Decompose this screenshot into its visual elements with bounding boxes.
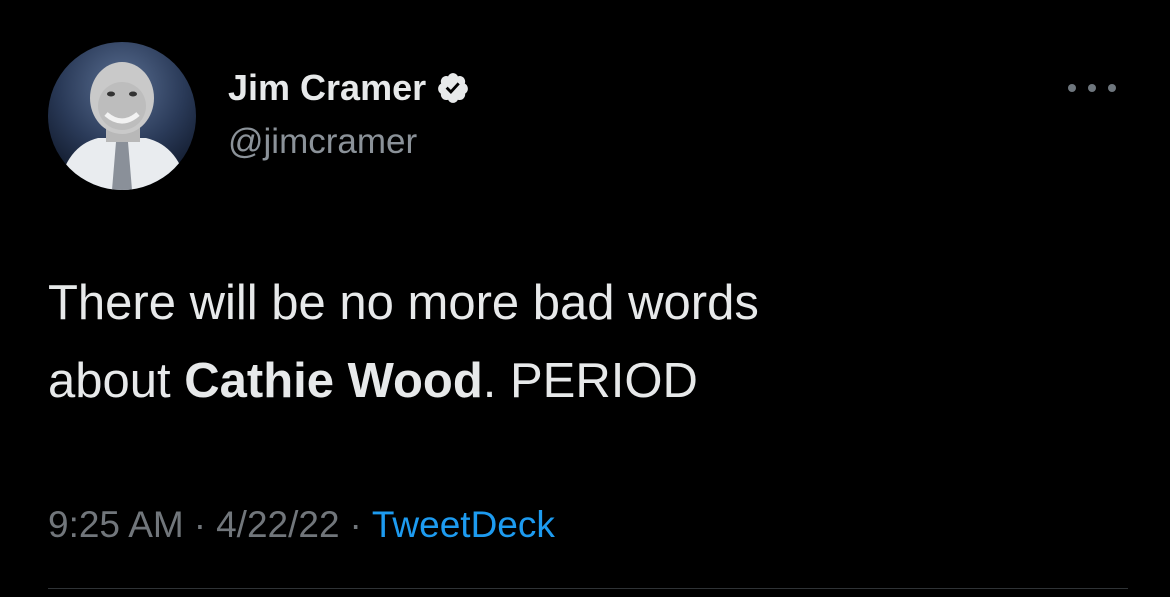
divider — [48, 588, 1128, 589]
user-handle[interactable]: @jimcramer — [228, 120, 417, 164]
avatar[interactable] — [48, 42, 196, 190]
name-row: Jim Cramer — [228, 66, 470, 110]
meta-separator: · — [193, 504, 207, 545]
meta-separator: · — [349, 504, 362, 545]
display-name[interactable]: Jim Cramer — [228, 66, 426, 110]
more-options-icon[interactable] — [1068, 72, 1116, 104]
tweet-meta: 9:25 AM · 4/22/22 · TweetDeck — [48, 500, 555, 550]
tweet-text: There will be no more bad words about Ca… — [48, 264, 1128, 420]
more-dot — [1088, 84, 1096, 92]
avatar-image — [48, 42, 196, 190]
tweet-date[interactable]: 4/22/22 — [216, 504, 339, 545]
tweet-time[interactable]: 9:25 AM — [48, 504, 184, 545]
tweet-bold-name: Cathie Wood — [184, 354, 483, 408]
tweet-source-link[interactable]: TweetDeck — [372, 504, 555, 545]
more-dot — [1108, 84, 1116, 92]
tweet-text-about: about — [48, 354, 185, 408]
verified-badge-icon — [436, 71, 470, 105]
tweet-text-line1: There will be no more bad words — [48, 276, 759, 330]
tweet-card: Jim Cramer @jimcramer There will be no m… — [0, 0, 1170, 597]
more-dot — [1068, 84, 1076, 92]
tweet-text-period: . PERIOD — [482, 354, 698, 408]
